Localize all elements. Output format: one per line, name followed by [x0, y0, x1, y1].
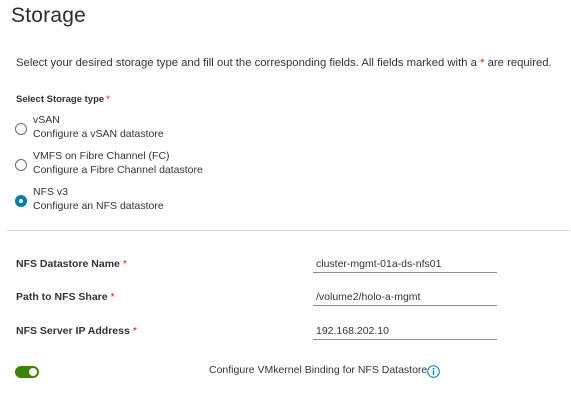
- nfs-share-path-input[interactable]: [313, 288, 497, 306]
- radio-button-vsan[interactable]: [15, 123, 27, 135]
- radio-option-text: NFS v3 Configure an NFS datastore: [33, 185, 164, 213]
- radio-option-text: VMFS on Fibre Channel (FC) Configure a F…: [33, 149, 203, 177]
- radio-button-vmfs-fc[interactable]: [15, 159, 27, 171]
- required-marker: *: [132, 325, 137, 337]
- required-marker: *: [110, 291, 115, 303]
- radio-option-title: vSAN: [33, 114, 60, 126]
- instructions: Select your desired storage type and fil…: [16, 57, 552, 69]
- field-label-text: NFS Datastore Name: [16, 258, 120, 270]
- required-marker: *: [122, 258, 127, 270]
- nfs-server-ip-label: NFS Server IP Address *: [16, 325, 137, 337]
- radio-button-nfs-v3[interactable]: [15, 195, 27, 207]
- radio-option-description: Configure an NFS datastore: [33, 200, 164, 212]
- radio-option-text: vSAN Configure a vSAN datastore: [33, 113, 164, 141]
- radio-option-title: VMFS on Fibre Channel (FC): [33, 150, 170, 162]
- radio-option-description: Configure a Fibre Channel datastore: [33, 164, 203, 176]
- page-title: Storage: [11, 4, 86, 27]
- info-icon[interactable]: [427, 365, 440, 378]
- radio-option-title: NFS v3: [33, 186, 69, 198]
- required-marker: *: [106, 94, 110, 105]
- storage-type-label: Select Storage type *: [16, 94, 110, 105]
- nfs-datastore-name-label: NFS Datastore Name *: [16, 258, 127, 270]
- field-label-text: NFS Server IP Address: [16, 325, 130, 337]
- field-label-text: Path to NFS Share: [16, 291, 108, 303]
- vmkernel-binding-label: Configure VMkernel Binding for NFS Datas…: [209, 364, 428, 376]
- storage-type-label-text: Select Storage type: [16, 94, 105, 105]
- section-divider: [7, 230, 570, 231]
- nfs-share-path-label: Path to NFS Share *: [16, 291, 115, 303]
- nfs-server-ip-input[interactable]: [313, 322, 497, 340]
- radio-option-description: Configure a vSAN datastore: [33, 128, 164, 140]
- instructions-text: Select your desired storage type and fil…: [16, 57, 481, 69]
- vmkernel-binding-toggle[interactable]: [15, 366, 39, 378]
- toggle-knob: [29, 368, 37, 376]
- nfs-datastore-name-input[interactable]: [313, 255, 497, 273]
- instructions-text-end: are required.: [484, 57, 552, 69]
